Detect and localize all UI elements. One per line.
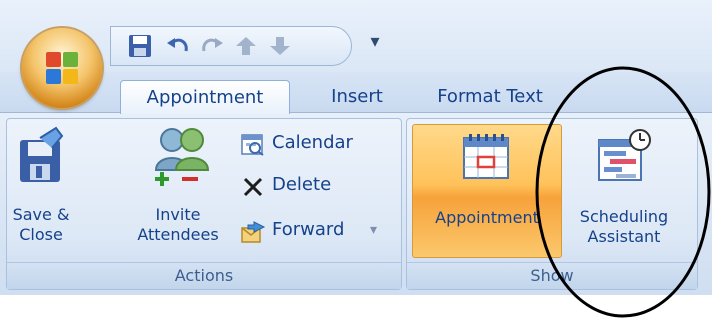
save-close-label-line1: Save & [12,205,70,224]
save-close-label-line2: Close [19,225,63,244]
next-item-icon[interactable] [266,33,294,59]
office-button[interactable] [22,28,102,108]
delete-button[interactable]: Delete [240,174,390,200]
forward-button[interactable]: Forward ▾ [240,219,400,245]
customize-qat-button[interactable]: ▾ [366,30,384,54]
invite-attendees-icon [154,128,210,186]
calendar-label: Calendar [272,132,353,153]
calendar-icon [241,134,264,156]
invite-attendees-label-line2: Attendees [137,225,219,244]
delete-icon [243,177,263,197]
actions-group-label: Actions [7,262,401,289]
forward-dropdown-arrow[interactable]: ▾ [370,218,377,242]
redo-icon[interactable] [198,33,226,59]
forward-label: Forward [272,219,345,240]
delete-label: Delete [272,174,332,195]
save-icon[interactable] [126,33,154,59]
office-logo-icon [46,52,78,84]
forward-icon [241,221,266,243]
calendar-button[interactable]: Calendar [240,132,390,158]
annotation-ellipse [535,66,711,318]
invite-attendees-button[interactable]: Invite Attendees [122,122,234,248]
save-close-icon [20,126,64,182]
undo-icon[interactable] [164,33,192,59]
invite-attendees-label-line1: Invite [155,205,201,224]
tab-appointment[interactable]: Appointment [120,80,290,114]
save-close-button[interactable]: Save & Close [8,122,74,248]
tab-insert[interactable]: Insert [316,80,398,113]
appointment-icon [463,134,509,179]
previous-item-icon[interactable] [232,33,260,59]
